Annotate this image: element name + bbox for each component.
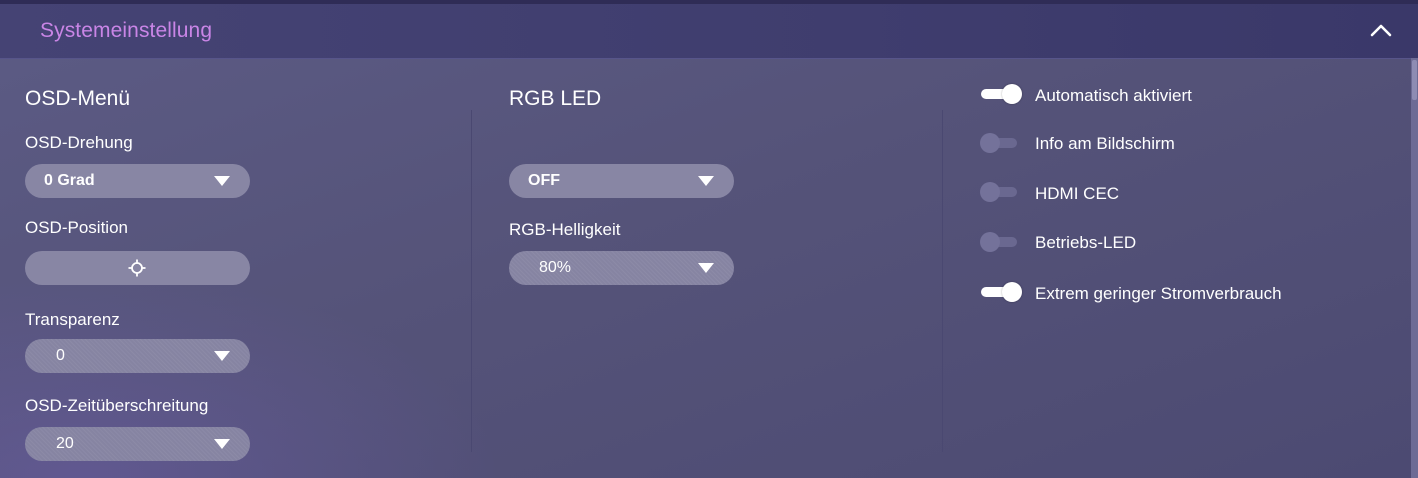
section-title: Systemeinstellung [40,19,213,42]
dropdown-arrow-icon [698,263,714,273]
osd-rotation-value: 0 Grad [44,172,95,189]
toggle-hdmi-cec[interactable] [979,181,1023,203]
osd-menu-heading: OSD-Menü [25,87,131,110]
rgb-mode-dropdown[interactable]: OFF [509,164,734,198]
osd-position-label: OSD-Position [25,218,128,237]
dropdown-arrow-icon [214,439,230,449]
transparency-value: 0 [56,347,65,364]
column-divider [942,110,943,452]
rgb-brightness-dropdown[interactable]: 80% [509,251,734,285]
osd-timeout-dropdown[interactable]: 20 [25,427,250,461]
rgb-mode-value: OFF [528,172,560,189]
dropdown-arrow-icon [214,176,230,186]
chevron-up-icon [1366,16,1396,46]
toggle-auto-activated[interactable] [979,83,1023,105]
osd-timeout-label: OSD-Zeitüberschreitung [25,396,209,415]
osd-rotation-label: OSD-Drehung [25,133,133,152]
dropdown-arrow-icon [214,351,230,361]
toggle-power-led[interactable] [979,231,1023,253]
collapse-button[interactable] [1366,16,1396,46]
crosshair-icon [128,259,146,277]
scrollbar-track[interactable] [1411,58,1418,478]
toggle-label-power-led: Betriebs-LED [1035,233,1137,252]
osd-timeout-value: 20 [56,435,74,452]
toggle-label-auto-activated: Automatisch aktiviert [1035,86,1192,105]
toggle-ultra-low-power[interactable] [979,281,1023,303]
dropdown-arrow-icon [698,176,714,186]
column-divider [471,110,472,452]
section-header[interactable]: Systemeinstellung [0,4,1418,59]
toggle-label-ultra-low-power: Extrem geringer Stromverbrauch [1035,284,1282,303]
transparency-label: Transparenz [25,310,120,329]
toggle-info-on-screen[interactable] [979,132,1023,154]
osd-position-button[interactable] [25,251,250,285]
system-settings-panel: Systemeinstellung OSD-Menü OSD-Drehung 0… [0,0,1418,478]
rgb-brightness-label: RGB-Helligkeit [509,220,621,239]
transparency-dropdown[interactable]: 0 [25,339,250,373]
osd-rotation-dropdown[interactable]: 0 Grad [25,164,250,198]
toggle-label-hdmi-cec: HDMI CEC [1035,184,1120,203]
rgb-led-heading: RGB LED [509,87,602,110]
rgb-brightness-value: 80% [539,259,572,276]
toggle-label-info-on-screen: Info am Bildschirm [1035,134,1175,153]
scrollbar-thumb[interactable] [1412,60,1417,100]
